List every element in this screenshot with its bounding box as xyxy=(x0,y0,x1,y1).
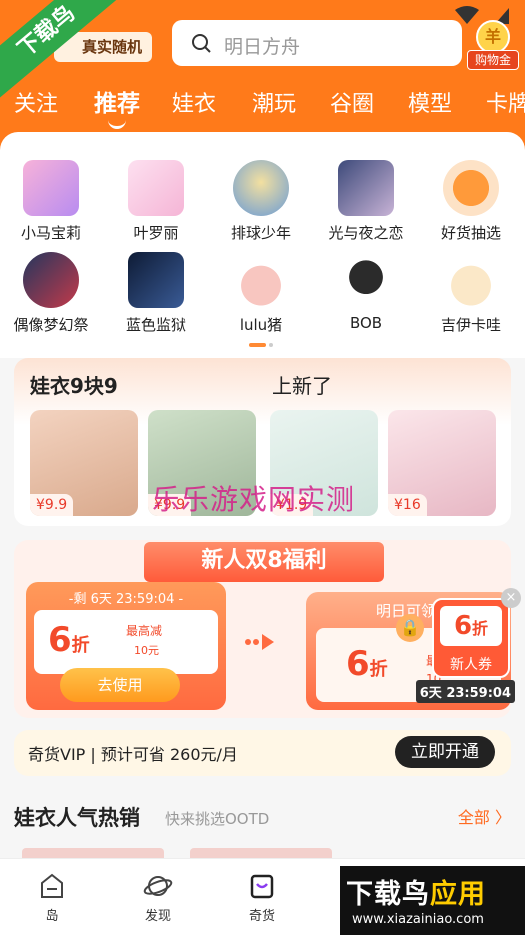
category-item[interactable]: 偶像梦幻祭 xyxy=(6,252,96,335)
product-price: ¥9.9 xyxy=(30,494,74,516)
island-icon xyxy=(41,873,63,898)
test-watermark: 乐乐游戏网实测 xyxy=(152,483,356,516)
vip-text: 奇货VIP | 预计可省 260元/月 xyxy=(28,745,238,764)
category-item[interactable]: 好货抽选 xyxy=(426,160,516,243)
section-subtitle: 快来挑选OOTD xyxy=(165,810,270,828)
new-user-ticket[interactable]: 6折 新人券 xyxy=(432,598,510,678)
category-item[interactable]: BOB xyxy=(321,252,411,332)
ticket-label: 新人券 xyxy=(450,657,492,673)
planet-icon xyxy=(143,876,173,896)
category-image xyxy=(23,160,79,216)
search-bar[interactable]: 明日方舟 xyxy=(172,20,462,66)
new-user-title: 新人双8福利 xyxy=(144,542,384,582)
ad-title: 下载鸟应用 xyxy=(346,879,486,910)
shopping-gold-button[interactable]: 羊 购物金 xyxy=(467,20,519,70)
category-grid: 小马宝莉 叶罗丽 排球少年 光与夜之恋 好货抽选 偶像梦幻祭 蓝色监狱 lulu… xyxy=(0,132,525,358)
category-item[interactable]: 小马宝莉 xyxy=(6,160,96,243)
discount-value-right: 6折 xyxy=(346,644,388,684)
max-discount-value: 10元 xyxy=(134,644,159,657)
coupon-body: 6折 最高减 10元 xyxy=(34,610,218,674)
tab-trendy-toys[interactable]: 潮玩 xyxy=(252,86,296,118)
category-label: lulu猪 xyxy=(239,316,283,334)
nav-island[interactable]: 岛 xyxy=(22,871,82,924)
arrow-right-icon xyxy=(245,634,274,650)
tab-cards[interactable]: 卡牌 xyxy=(486,86,525,118)
category-image xyxy=(128,160,184,216)
category-label: 光与夜之恋 xyxy=(328,224,404,242)
deal-right-title[interactable]: 上新了 xyxy=(272,370,332,399)
category-image xyxy=(338,252,394,308)
search-icon xyxy=(192,34,211,53)
max-discount-label: 最高减 xyxy=(126,624,163,638)
category-label: 小马宝莉 xyxy=(20,224,81,242)
tab-goods-circle[interactable]: 谷圈 xyxy=(330,86,374,118)
category-image xyxy=(443,252,499,308)
deal-left-title[interactable]: 娃衣9块9 xyxy=(30,370,118,399)
product-price: ¥16 xyxy=(388,494,427,516)
category-item[interactable]: 排球少年 xyxy=(216,160,306,243)
ad-url: www.xiazainiao.com xyxy=(352,912,484,927)
product-thumb-peek xyxy=(190,848,332,858)
category-item[interactable]: 吉伊卡哇 xyxy=(426,252,516,335)
category-image xyxy=(443,160,499,216)
category-label: 吉伊卡哇 xyxy=(440,316,501,334)
category-image xyxy=(233,252,289,308)
category-image xyxy=(233,160,289,216)
category-tabs: 关注 推荐 娃衣 潮玩 谷圈 模型 卡牌 xyxy=(0,80,525,129)
section-title: 娃衣人气热销 xyxy=(14,806,140,830)
category-label: 偶像梦幻祭 xyxy=(13,316,89,334)
vip-open-button[interactable]: 立即开通 xyxy=(395,736,495,768)
category-label: 排球少年 xyxy=(230,224,291,242)
category-image xyxy=(23,252,79,308)
product-card[interactable]: ¥9.9 xyxy=(30,410,138,516)
tab-recommend[interactable]: 推荐 xyxy=(94,84,140,129)
category-item[interactable]: lulu猪 xyxy=(216,252,306,335)
countdown-text: -剩 6天 23:59:04 - xyxy=(68,592,184,607)
nav-qihuo[interactable]: 奇货 xyxy=(232,871,292,924)
category-label: BOB xyxy=(349,314,383,332)
category-label: 好货抽选 xyxy=(440,224,501,242)
ticket-timer: 6天 23:59:04 xyxy=(415,680,515,703)
product-thumb-peek xyxy=(22,848,164,858)
tab-models[interactable]: 模型 xyxy=(408,86,452,118)
tab-doll-clothes[interactable]: 娃衣 xyxy=(172,86,216,118)
vip-bar[interactable]: 奇货VIP | 预计可省 260元/月 立即开通 xyxy=(14,730,511,776)
view-all-link[interactable]: 全部 〉 xyxy=(458,804,511,828)
category-image xyxy=(338,160,394,216)
category-item[interactable]: 叶罗丽 xyxy=(111,160,201,243)
page-indicator xyxy=(249,343,275,347)
ticket-discount: 6折 xyxy=(440,606,502,646)
shopping-gold-label: 购物金 xyxy=(467,50,519,70)
category-label: 叶罗丽 xyxy=(133,224,179,242)
category-label: 蓝色监狱 xyxy=(125,316,186,334)
use-coupon-button[interactable]: 去使用 xyxy=(60,668,180,702)
discount-value: 6折 xyxy=(48,620,90,660)
category-image xyxy=(128,252,184,308)
tab-follow[interactable]: 关注 xyxy=(14,86,58,118)
product-card[interactable]: ¥16 xyxy=(388,410,496,516)
lock-icon: 🔒 xyxy=(396,614,424,642)
shopping-bag-icon xyxy=(250,874,274,899)
ad-banner: 下载鸟应用 www.xiazainiao.com xyxy=(340,866,525,935)
coin-icon: 羊 xyxy=(476,20,510,54)
search-placeholder: 明日方舟 xyxy=(224,36,301,58)
category-item[interactable]: 光与夜之恋 xyxy=(321,160,411,243)
category-item[interactable]: 蓝色监狱 xyxy=(111,252,201,335)
nav-discover[interactable]: 发现 xyxy=(128,871,188,924)
close-icon[interactable]: × xyxy=(501,588,521,608)
